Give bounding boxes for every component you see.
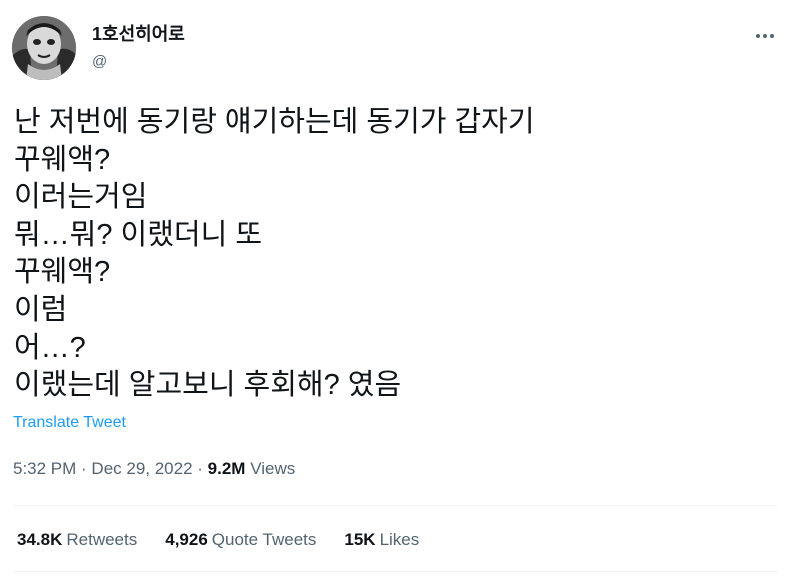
tweet-text-line: 꾸웨액? — [14, 143, 111, 176]
tweet-text-line: 이랬는데 알고보니 후회해? 였음 — [14, 369, 402, 402]
more-options-button[interactable] — [753, 24, 777, 48]
tweet-text-line: 이러는거임 — [14, 181, 148, 214]
avatar[interactable] — [12, 16, 76, 80]
divider — [13, 571, 777, 572]
engagement-stats: 34.8K Retweets 4,926 Quote Tweets 15K Likes — [17, 529, 447, 551]
display-name[interactable]: 1호선히어로 — [92, 24, 185, 44]
tweet-time[interactable]: 5:32 PM — [13, 459, 76, 478]
quote-tweets-label: Quote Tweets — [211, 530, 317, 549]
meta-separator: · — [192, 459, 208, 478]
tweet-text-line: 이럼 — [14, 293, 68, 326]
divider — [13, 505, 777, 506]
tweet-text: 난 저번에 동기랑 얘기하는데 동기가 갑자기 꾸웨액? 이러는거임 뭐…뭐? … — [14, 104, 779, 405]
avatar-image — [12, 16, 76, 80]
user-handle[interactable]: @ — [92, 53, 107, 71]
quote-tweets-stat[interactable]: 4,926 Quote Tweets — [165, 529, 316, 551]
tweet-text-line: 어…? — [14, 331, 86, 364]
retweets-stat[interactable]: 34.8K Retweets — [17, 529, 137, 551]
translate-tweet-link[interactable]: Translate Tweet — [13, 413, 126, 433]
quote-tweets-count: 4,926 — [165, 530, 208, 549]
likes-count: 15K — [344, 530, 376, 549]
likes-label: Likes — [379, 530, 420, 549]
retweets-count: 34.8K — [17, 530, 63, 549]
retweets-label: Retweets — [66, 530, 138, 549]
views-label: Views — [250, 459, 296, 478]
likes-stat[interactable]: 15K Likes — [344, 529, 419, 551]
tweet-text-line: 난 저번에 동기랑 얘기하는데 동기가 갑자기 — [14, 106, 535, 138]
tweet-meta: 5:32 PM · Dec 29, 2022 · 9.2M Views — [13, 458, 295, 480]
tweet-text-line: 꾸웨액? — [14, 256, 111, 289]
meta-separator: · — [76, 459, 92, 478]
views-count: 9.2M — [207, 459, 246, 478]
tweet-text-line: 뭐…뭐? 이랬더니 또 — [14, 218, 263, 251]
tweet-date[interactable]: Dec 29, 2022 — [91, 459, 192, 478]
more-horizontal-icon — [756, 34, 774, 38]
